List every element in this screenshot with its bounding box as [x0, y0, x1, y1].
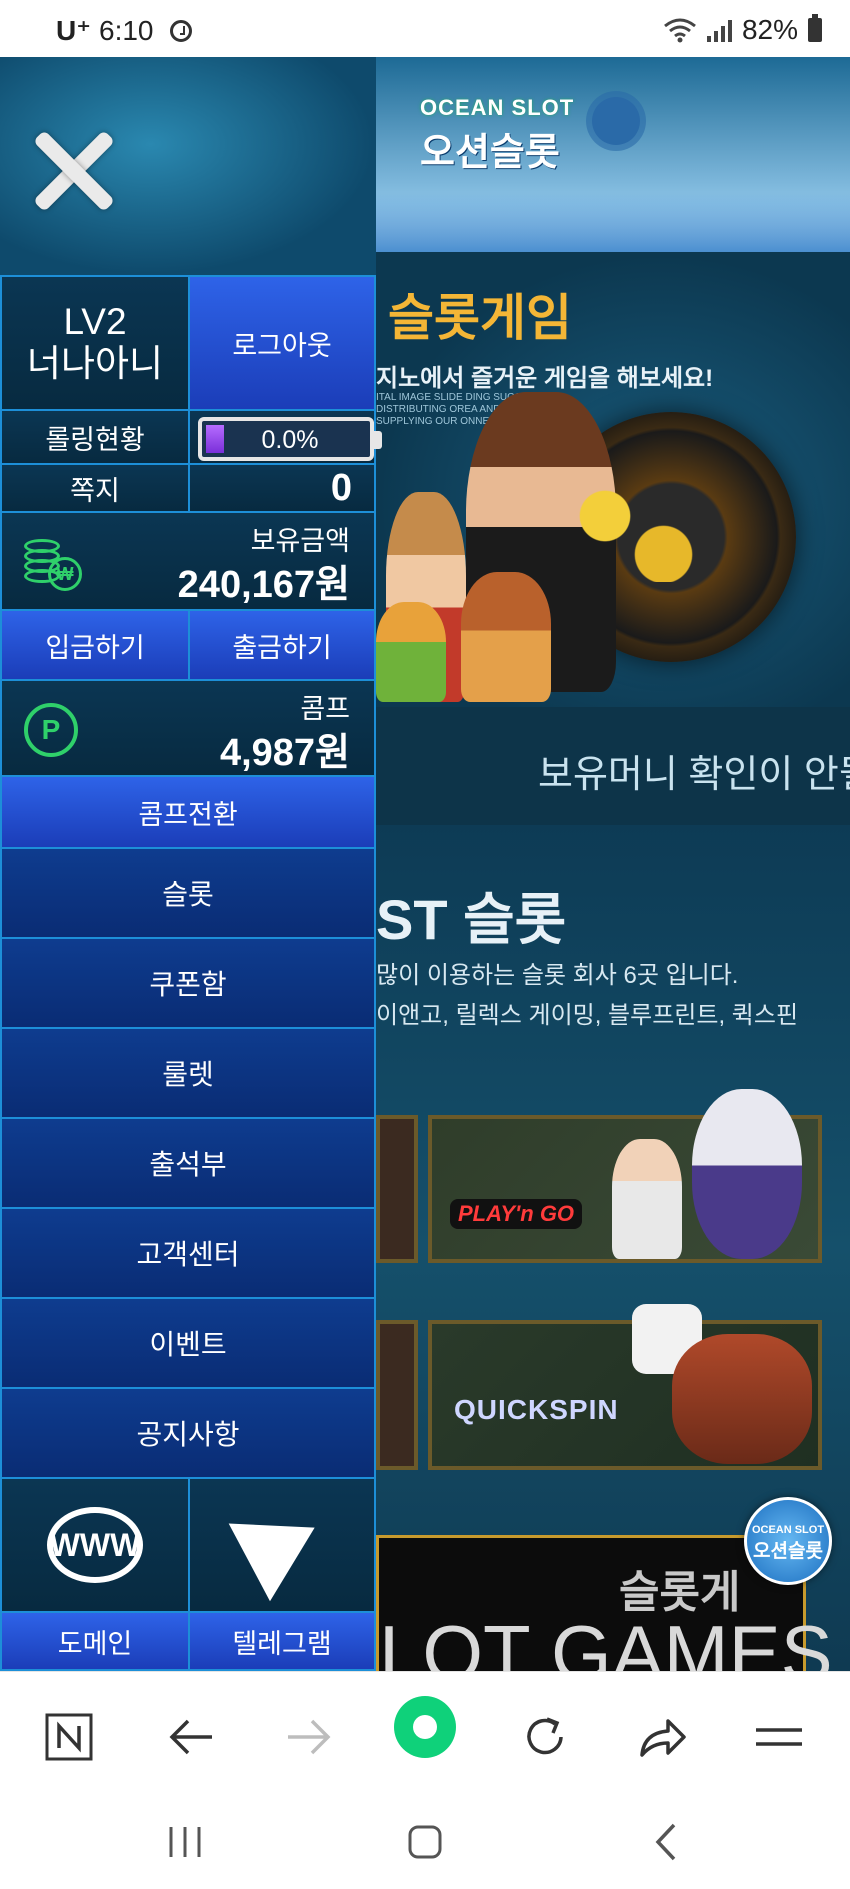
telegram-link[interactable] — [188, 1477, 376, 1613]
close-icon[interactable] — [28, 127, 118, 217]
menu-item-support[interactable]: 고객센터 — [0, 1207, 376, 1299]
banner-title: 슬롯게임 — [388, 290, 572, 346]
drawer-header — [0, 57, 376, 275]
kid-figure — [612, 1139, 682, 1259]
recents-icon[interactable] — [160, 1817, 210, 1867]
domain-link[interactable]: WWW — [0, 1477, 190, 1613]
comp-convert-button[interactable]: 콤프전환 — [0, 775, 376, 849]
message-count: 0 — [330, 467, 352, 509]
menu-item-notice[interactable]: 공지사항 — [0, 1387, 376, 1479]
slot-games-banner[interactable]: 슬롯게 LOT GAMES — [376, 1535, 833, 1671]
menu-item-attendance[interactable]: 출석부 — [0, 1117, 376, 1209]
back-icon[interactable] — [640, 1817, 690, 1867]
comp-box: P 콤프 4,987원 — [0, 679, 376, 777]
provider-card-quickspin[interactable]: QUICKSPIN — [428, 1304, 822, 1470]
floating-logo-button[interactable]: OCEAN SLOT 오션슬롯 — [744, 1497, 832, 1585]
refresh-icon[interactable] — [518, 1710, 572, 1764]
provider-card-partial-2[interactable] — [376, 1320, 418, 1470]
rolling-progress-bar: 0.0% — [198, 417, 382, 461]
status-bar: U⁺ 6:10 82% — [0, 0, 850, 57]
browser-toolbar — [0, 1671, 850, 1798]
deposit-button[interactable]: 입금하기 — [0, 609, 190, 681]
notice-marquee: 보유머니 확인이 안될 — [376, 707, 850, 825]
menu-icon[interactable] — [752, 1710, 806, 1764]
telegram-icon — [228, 1488, 336, 1602]
wave-decoration — [376, 192, 850, 252]
withdraw-button[interactable]: 출금하기 — [188, 609, 376, 681]
bull-figure — [672, 1334, 812, 1464]
playngo-logo: PLAY'n GO — [450, 1199, 583, 1229]
slot-banner[interactable]: 슬롯게임 지노에서 즐거운 게임을 해보세요! ITAL IMAGE SLIDE… — [376, 252, 850, 707]
skull-mascot-figure — [692, 1089, 802, 1259]
clock: 6:10 — [99, 14, 154, 46]
carrier-label: U⁺ — [56, 15, 91, 46]
user-level: LV2 — [63, 301, 127, 342]
menu-item-slot[interactable]: 슬롯 — [0, 847, 376, 939]
notice-text: 보유머니 확인이 안될 — [538, 754, 850, 796]
site-header: OCEAN SLOT 오션슬롯 — [376, 57, 850, 252]
provider-card-playngo[interactable]: PLAY'n GO — [428, 1089, 822, 1263]
games-english: LOT GAMES — [379, 1609, 833, 1671]
provider-card-partial-1[interactable] — [376, 1115, 418, 1263]
rolling-label: 롤링현황 — [0, 409, 190, 465]
home-icon[interactable] — [392, 1694, 458, 1760]
back-icon[interactable] — [164, 1710, 218, 1764]
home-icon[interactable] — [400, 1817, 450, 1867]
banner-illustration — [376, 392, 850, 707]
telegram-label[interactable]: 텔레그램 — [188, 1611, 376, 1671]
battery-percent: 82% — [741, 14, 798, 45]
badge-korean: 오션슬롯 — [753, 1541, 823, 1562]
section-title: ST 슬롯 — [376, 888, 567, 951]
monkey-figure — [461, 572, 551, 702]
system-navigation-bar — [0, 1797, 850, 1889]
signal-icon — [706, 18, 732, 42]
comp-value: 4,987원 — [219, 732, 350, 774]
rolling-status: 0.0% — [188, 409, 382, 465]
wifi-icon — [664, 18, 696, 43]
menu-item-roulette[interactable]: 룰렛 — [0, 1027, 376, 1119]
forward-icon[interactable] — [282, 1710, 336, 1764]
message-count-box[interactable]: 0 — [188, 463, 376, 513]
rolling-percent: 0.0% — [261, 426, 319, 454]
message-label[interactable]: 쪽지 — [0, 463, 190, 513]
domain-label[interactable]: 도메인 — [0, 1611, 190, 1671]
balance-box: ₩ 보유금액 240,167원 — [0, 511, 376, 611]
share-icon[interactable] — [636, 1710, 690, 1764]
logout-button[interactable]: 로그아웃 — [188, 275, 376, 411]
menu-item-event[interactable]: 이벤트 — [0, 1297, 376, 1389]
quickspin-logo: QUICKSPIN — [454, 1394, 619, 1425]
user-level-box: LV2 너나아니 — [0, 275, 190, 411]
www-globe-icon: WWW — [47, 1507, 143, 1583]
section-desc-2: 이앤고, 릴렉스 게이밍, 블루프린트, 퀵스핀 — [376, 1002, 799, 1029]
section-desc-1: 많이 이용하는 슬롯 회사 6곳 입니다. — [376, 962, 739, 989]
logo-emblem-icon — [592, 97, 640, 145]
badge-english: OCEAN SLOT — [751, 1524, 825, 1536]
coin-stack-icon: ₩ — [24, 535, 82, 593]
sombrero-figure — [376, 602, 446, 702]
naver-icon[interactable] — [42, 1710, 96, 1764]
alarm-icon — [169, 19, 192, 42]
website-background: OCEAN SLOT 오션슬롯 슬롯게임 지노에서 즐거운 게임을 해보세요! … — [376, 57, 850, 1671]
username: 너나아니 — [26, 343, 164, 384]
gold-coins — [566, 472, 696, 582]
balance-value: 240,167원 — [177, 564, 350, 606]
side-drawer: LV2 너나아니 로그아웃 롤링현황 0.0% 쪽지 0 ₩ 보유금액 240,… — [0, 57, 382, 1671]
menu-item-coupon[interactable]: 쿠폰함 — [0, 937, 376, 1029]
point-icon: P — [24, 703, 78, 757]
battery-icon — [808, 14, 822, 42]
banner-subtitle: 지노에서 즐거운 게임을 해보세요! — [376, 365, 714, 392]
